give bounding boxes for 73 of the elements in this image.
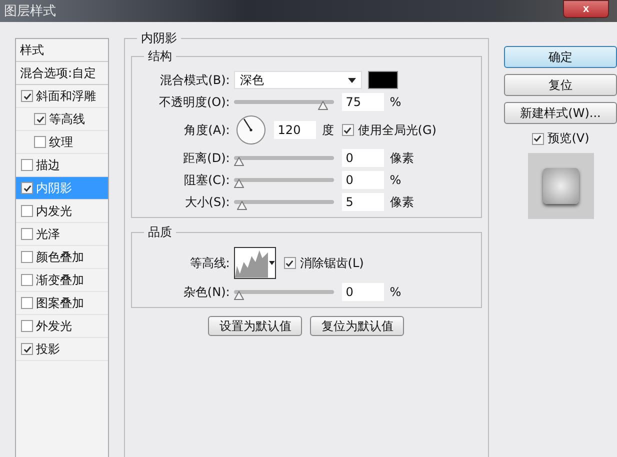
field-label: 混合模式(B): [159,72,231,88]
slider-thumb[interactable] [236,201,247,210]
checkbox[interactable] [342,124,354,136]
style-item[interactable]: 外发光 [16,315,108,338]
field-label: 不透明度(O): [158,94,231,110]
checkbox[interactable] [21,228,33,240]
checkbox[interactable] [21,90,33,102]
list-header: 样式 [16,39,108,62]
style-item[interactable]: 颜色叠加 [16,246,108,269]
style-item[interactable]: 纹理 [16,131,108,154]
dialog-button[interactable]: 确定 [504,46,617,68]
unit-label: 像素 [390,194,414,210]
style-item[interactable]: 图案叠加 [16,292,108,315]
style-item[interactable]: 内发光 [16,200,108,223]
panel-title: 内阴影 [136,30,181,47]
style-item[interactable]: 斜面和浮雕 [16,85,108,108]
preview-checkbox[interactable]: 预览(V) [532,130,590,147]
checkbox[interactable] [21,343,33,355]
anti-alias-checkbox[interactable]: 消除锯齿(L) [284,254,364,272]
caret-icon [268,261,275,265]
color-swatch[interactable] [368,71,398,89]
field-label: 距离(D): [182,150,231,166]
field-label: 阻塞(C): [183,172,231,188]
value-field[interactable]: 75 [342,93,384,111]
checkbox[interactable] [21,182,33,194]
group-title: 结构 [144,48,176,65]
value-field[interactable]: 120 [274,121,316,139]
checkbox[interactable] [21,320,33,332]
value-field[interactable]: 0 [342,149,384,167]
checkbox[interactable] [284,257,296,269]
value-field[interactable]: 0 [342,171,384,189]
slider-thumb[interactable] [318,101,328,110]
slider-thumb[interactable] [234,291,244,300]
style-item[interactable]: 光泽 [16,223,108,246]
field-label: 杂色(N): [182,284,231,300]
unit-label: 度 [322,122,334,138]
field-label: 角度(A): [183,122,231,138]
checkbox[interactable] [34,136,46,148]
blend-options-item[interactable]: 混合选项:自定 [16,62,108,85]
unit-label: 像素 [390,150,414,166]
dialog-button[interactable]: 复位 [504,74,617,96]
style-item[interactable]: 等高线 [16,108,108,131]
angle-dial-icon[interactable] [236,115,266,145]
slider-thumb[interactable] [234,157,244,166]
checkbox[interactable] [21,205,33,217]
slider-thumb[interactable] [234,179,244,188]
style-item[interactable]: 渐变叠加 [16,269,108,292]
blend-mode-dropdown[interactable]: 深色 [234,71,362,89]
checkbox[interactable] [21,251,33,263]
value-field[interactable]: 5 [342,193,384,211]
checkbox[interactable] [21,159,33,171]
window-title: 图层样式 [4,3,56,20]
checkbox[interactable] [34,113,46,125]
unit-label: % [390,285,402,299]
contour-curve-icon [234,248,268,278]
preview-square-drawing [542,168,578,204]
contour-picker[interactable] [234,247,276,279]
unit-label: % [390,95,402,109]
style-item[interactable]: 投影 [16,338,108,361]
global-light-checkbox[interactable]: 使用全局光(G) [342,122,436,138]
checkbox[interactable] [532,132,544,144]
default-button[interactable]: 复位为默认值 [310,316,404,336]
caret-icon [348,78,356,82]
group-title: 品质 [144,224,176,241]
field-label: 等高线: [188,254,231,272]
checkbox[interactable] [21,297,33,309]
dialog-button[interactable]: 新建样式(W)... [504,102,617,124]
field-label: 大小(S): [184,194,231,210]
value-field[interactable]: 0 [342,283,384,301]
close-button[interactable]: x [563,0,609,18]
unit-label: % [390,173,402,187]
checkbox[interactable] [21,274,33,286]
default-button[interactable]: 设置为默认值 [208,316,302,336]
